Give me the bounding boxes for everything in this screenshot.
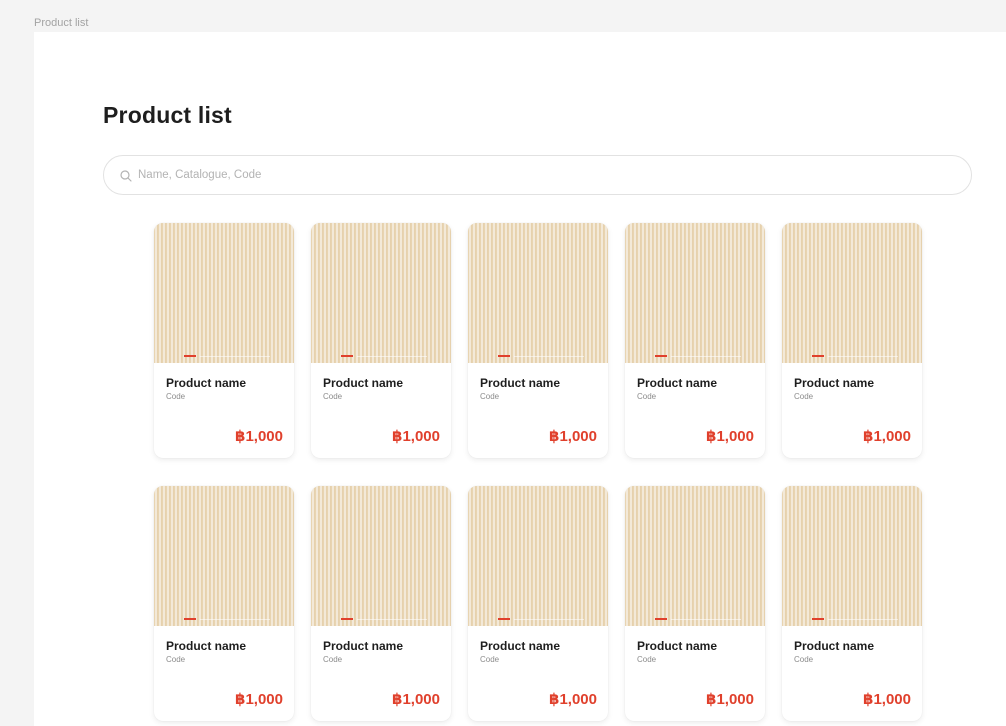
product-card[interactable]: Product name Code ฿1,000 — [625, 486, 765, 721]
image-divider — [828, 356, 898, 357]
product-name: Product name — [637, 376, 718, 390]
product-price: ฿1,000 — [392, 691, 440, 708]
product-card[interactable]: Product name Code ฿1,000 — [782, 223, 922, 458]
image-accent-mark — [341, 355, 353, 357]
product-name: Product name — [166, 639, 247, 653]
product-code: Code — [166, 392, 186, 401]
product-image — [468, 223, 608, 363]
image-accent-mark — [184, 355, 196, 357]
product-price: ฿1,000 — [549, 428, 597, 445]
image-accent-mark — [498, 355, 510, 357]
product-image — [625, 486, 765, 626]
search-icon — [120, 169, 132, 182]
product-image — [625, 223, 765, 363]
image-divider — [671, 356, 741, 357]
product-price: ฿1,000 — [863, 691, 911, 708]
product-price: ฿1,000 — [235, 428, 283, 445]
product-code: Code — [637, 655, 657, 664]
search-input[interactable]: Name, Catalogue, Code — [138, 169, 261, 181]
product-card[interactable]: Product name Code ฿1,000 — [154, 486, 294, 721]
product-name: Product name — [480, 639, 561, 653]
product-card[interactable]: Product name Code ฿1,000 — [468, 223, 608, 458]
product-code: Code — [794, 655, 814, 664]
product-image — [311, 223, 451, 363]
image-divider — [200, 356, 270, 357]
image-accent-mark — [498, 618, 510, 620]
product-list-page: Product list Name, Catalogue, Code Produ… — [34, 32, 1006, 726]
product-code: Code — [323, 655, 343, 664]
image-divider — [828, 619, 898, 620]
product-code: Code — [323, 392, 343, 401]
image-accent-mark — [655, 355, 667, 357]
image-accent-mark — [341, 618, 353, 620]
product-card[interactable]: Product name Code ฿1,000 — [154, 223, 294, 458]
product-name: Product name — [323, 376, 404, 390]
image-accent-mark — [812, 355, 824, 357]
frame-label: Product list — [34, 17, 89, 29]
image-divider — [514, 619, 584, 620]
product-price: ฿1,000 — [235, 691, 283, 708]
image-accent-mark — [655, 618, 667, 620]
image-divider — [357, 356, 427, 357]
product-card[interactable]: Product name Code ฿1,000 — [311, 223, 451, 458]
page-title: Product list — [103, 102, 232, 128]
product-image — [311, 486, 451, 626]
product-code: Code — [166, 655, 186, 664]
image-accent-mark — [184, 618, 196, 620]
product-grid: Product name Code ฿1,000 Product name Co… — [154, 223, 922, 721]
image-accent-mark — [812, 618, 824, 620]
product-card[interactable]: Product name Code ฿1,000 — [625, 223, 765, 458]
product-name: Product name — [166, 376, 247, 390]
product-name: Product name — [637, 639, 718, 653]
image-divider — [514, 356, 584, 357]
image-divider — [200, 619, 270, 620]
product-price: ฿1,000 — [706, 691, 754, 708]
product-card[interactable]: Product name Code ฿1,000 — [468, 486, 608, 721]
product-image — [782, 486, 922, 626]
product-price: ฿1,000 — [706, 428, 754, 445]
product-code: Code — [480, 392, 500, 401]
product-name: Product name — [794, 639, 875, 653]
product-price: ฿1,000 — [863, 428, 911, 445]
product-image — [154, 223, 294, 363]
product-card[interactable]: Product name Code ฿1,000 — [782, 486, 922, 721]
product-image — [782, 223, 922, 363]
product-code: Code — [637, 392, 657, 401]
product-price: ฿1,000 — [549, 691, 597, 708]
product-name: Product name — [480, 376, 561, 390]
product-image — [154, 486, 294, 626]
product-code: Code — [480, 655, 500, 664]
product-image — [468, 486, 608, 626]
search-bar[interactable]: Name, Catalogue, Code — [103, 155, 972, 195]
image-divider — [671, 619, 741, 620]
product-code: Code — [794, 392, 814, 401]
product-name: Product name — [794, 376, 875, 390]
image-divider — [357, 619, 427, 620]
product-card[interactable]: Product name Code ฿1,000 — [311, 486, 451, 721]
product-price: ฿1,000 — [392, 428, 440, 445]
product-name: Product name — [323, 639, 404, 653]
